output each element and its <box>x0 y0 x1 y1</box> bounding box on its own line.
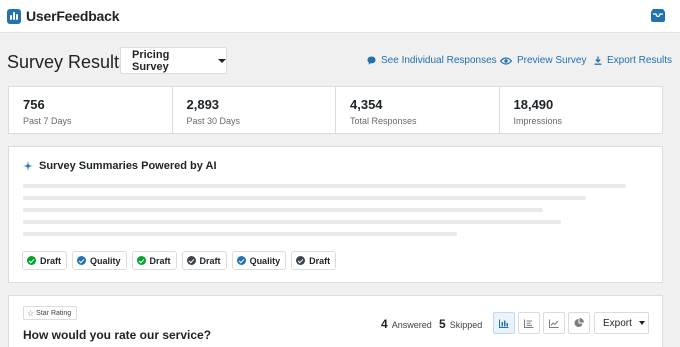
tag-label: Draft <box>149 255 171 266</box>
eye-icon <box>500 56 512 65</box>
stat-value: 4,354 <box>350 97 383 112</box>
tag-chip[interactable]: Draft <box>181 251 227 270</box>
question-card: ☆ Star Rating How would you rate our ser… <box>8 295 663 347</box>
answered-count: 4 Answered <box>381 317 432 331</box>
stat-value: 756 <box>23 97 45 112</box>
summary-placeholder-line <box>23 196 586 200</box>
check-icon <box>27 256 36 265</box>
stat-label: Past 7 Days <box>23 116 72 126</box>
bar-chart-view-button[interactable] <box>493 312 515 334</box>
check-icon <box>296 256 306 265</box>
line-chart-view-button[interactable] <box>543 312 565 334</box>
export-results-label: Export Results <box>607 55 673 66</box>
export-results-link[interactable]: Export Results <box>594 55 672 66</box>
see-individual-responses-link[interactable]: See Individual Responses <box>367 55 497 66</box>
app-logo[interactable]: UserFeedback <box>7 8 120 24</box>
stat-value: 2,893 <box>186 97 220 112</box>
line-chart-icon <box>549 319 559 328</box>
question-type-badge: ☆ Star Rating <box>23 306 78 320</box>
stats-bar: 756 Past 7 Days 2,893 Past 30 Days 4,354… <box>8 86 663 134</box>
ai-summary-heading: Survey Summaries Powered by AI <box>23 160 217 172</box>
chart-view-toggle <box>493 312 593 334</box>
summary-tags: Draft Quality Draft Draft Quality Draft <box>22 251 341 270</box>
stat-past-30-days: 2,893 Past 30 Days <box>173 87 336 133</box>
question-type-label: Star Rating <box>36 309 72 317</box>
list-icon <box>524 319 534 328</box>
stat-value: 18,490 <box>513 97 554 112</box>
tag-label: Quality <box>90 255 121 266</box>
top-bar: UserFeedback <box>0 0 680 33</box>
bar-chart-icon <box>499 319 509 328</box>
download-icon <box>594 56 602 65</box>
tag-chip[interactable]: Draft <box>131 251 177 270</box>
tag-label: Draft <box>309 255 331 266</box>
export-button-label: Export <box>603 317 632 329</box>
preview-survey-link[interactable]: Preview Survey <box>500 55 586 66</box>
stat-label: Past 30 Days <box>186 116 241 126</box>
logo-icon <box>7 8 21 24</box>
check-icon <box>77 256 87 265</box>
pie-chart-view-button[interactable] <box>568 312 590 334</box>
survey-select[interactable]: Pricing Survey <box>120 47 227 74</box>
survey-select-value: Pricing Survey <box>132 48 170 73</box>
inbox-icon[interactable] <box>649 8 667 23</box>
chevron-down-icon <box>218 58 226 63</box>
tag-label: Quality <box>249 255 281 266</box>
stat-past-7-days: 756 Past 7 Days <box>9 87 173 133</box>
tag-chip[interactable]: Quality <box>231 251 287 270</box>
export-button[interactable]: Export <box>594 312 649 334</box>
sparkle-icon <box>23 161 33 171</box>
check-icon <box>136 256 146 265</box>
stat-impressions: 18,490 Impressions <box>500 87 663 133</box>
chevron-down-icon <box>638 321 645 325</box>
page-title: Survey Results <box>7 52 129 72</box>
check-icon <box>186 256 196 265</box>
answered-label: Answered <box>391 320 432 330</box>
skipped-count: 5 Skipped <box>439 317 482 331</box>
pie-chart-icon <box>574 318 584 327</box>
skipped-label: Skipped <box>449 320 483 330</box>
tag-chip[interactable]: Quality <box>72 251 127 270</box>
see-individual-responses-label: See Individual Responses <box>381 55 497 66</box>
summary-placeholder-line <box>23 220 561 224</box>
question-title: How would you rate our service? <box>23 328 212 342</box>
preview-survey-label: Preview Survey <box>517 55 587 66</box>
stat-label: Impressions <box>513 116 563 126</box>
list-view-button[interactable] <box>518 312 540 334</box>
summary-placeholder-line <box>23 232 457 236</box>
app-name: UserFeedback <box>26 8 120 24</box>
tag-label: Draft <box>199 255 221 266</box>
tag-chip[interactable]: Draft <box>22 251 68 270</box>
ai-summary-title: Survey Summaries Powered by AI <box>39 160 217 172</box>
chat-bubble-icon <box>367 56 376 65</box>
star-icon: ☆ <box>27 308 35 318</box>
tag-label: Draft <box>40 255 62 266</box>
answered-number: 4 <box>381 317 388 331</box>
stat-label: Total Responses <box>350 116 417 126</box>
stat-total-responses: 4,354 Total Responses <box>336 87 500 133</box>
summary-placeholder-line <box>23 184 626 188</box>
ai-summary-card: Survey Summaries Powered by AI Draft Qua… <box>8 146 663 283</box>
tag-chip[interactable]: Draft <box>291 251 337 270</box>
summary-placeholder-line <box>23 208 543 212</box>
check-icon <box>236 256 246 265</box>
skipped-number: 5 <box>439 317 446 331</box>
